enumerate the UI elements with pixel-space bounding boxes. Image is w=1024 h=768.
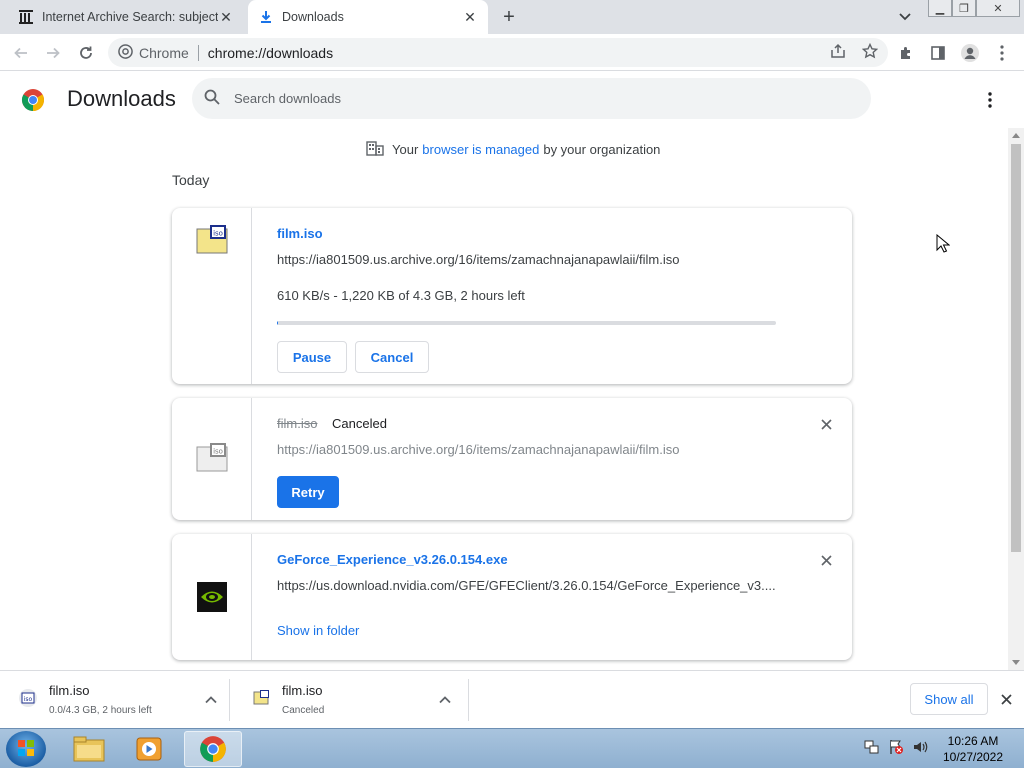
scrollbar-thumb[interactable] — [1011, 144, 1021, 552]
shelf-file-name: film.iso — [49, 683, 90, 698]
windows-start-button[interactable] — [6, 731, 46, 767]
tab-downloads[interactable]: Downloads ✕ — [248, 0, 488, 34]
tab-title: Downloads — [282, 10, 344, 24]
download-item: iso film.iso https://ia801509.us.archive… — [172, 208, 852, 384]
iso-file-icon: iso — [19, 689, 37, 707]
shelf-file-status: Canceled — [282, 705, 325, 716]
chevron-up-icon[interactable] — [204, 693, 218, 707]
download-icon — [258, 9, 274, 25]
download-item: iso film.iso Canceled https://ia801509.u… — [172, 398, 852, 520]
remove-item-close-icon[interactable] — [818, 552, 834, 568]
file-icon-column — [172, 534, 252, 660]
shelf-download-item[interactable]: iso film.iso 0.0/4.3 GB, 2 hours left — [0, 679, 230, 721]
chrome-site-icon — [118, 43, 133, 62]
show-all-button[interactable]: Show all — [910, 683, 988, 715]
close-shelf-icon[interactable] — [998, 691, 1014, 707]
tab-title: Internet Archive Search: subject:" — [42, 10, 218, 24]
managed-prefix: Your — [392, 142, 419, 157]
bookmark-star-icon[interactable] — [861, 42, 879, 62]
profile-avatar-icon[interactable] — [957, 40, 983, 66]
search-icon — [204, 89, 220, 108]
progress-bar — [277, 321, 776, 325]
tab-strip: Internet Archive Search: subject:" ✕ Dow… — [0, 0, 1024, 34]
date-section-label: Today — [172, 172, 210, 188]
file-icon-column: iso — [172, 208, 252, 384]
file-explorer-icon[interactable] — [60, 731, 118, 767]
iso-file-icon: iso — [196, 225, 228, 254]
media-player-icon[interactable] — [120, 731, 178, 767]
browser-managed-link[interactable]: browser is managed — [422, 142, 539, 157]
svg-text:iso: iso — [213, 448, 223, 456]
chrome-taskbar-icon[interactable] — [184, 731, 242, 767]
windows-taskbar: 10:26 AM 10/27/2022 — [0, 728, 1024, 768]
network-icon[interactable] — [864, 739, 880, 758]
progress-text: 610 KB/s - 1,220 KB of 4.3 GB, 2 hours l… — [277, 288, 525, 303]
source-url[interactable]: https://us.download.nvidia.com/GFE/GFECl… — [277, 578, 776, 593]
shelf-download-item[interactable]: film.iso Canceled — [233, 679, 469, 721]
building-icon — [366, 140, 384, 159]
omnibox-divider — [197, 44, 199, 61]
clock-time: 10:26 AM — [947, 734, 999, 748]
svg-text:iso: iso — [213, 230, 223, 238]
iso-file-icon — [253, 690, 269, 705]
file-icon-column: iso — [172, 398, 252, 520]
volume-icon[interactable] — [912, 739, 928, 758]
tab-close-icon[interactable]: ✕ — [218, 9, 234, 25]
remove-item-close-icon[interactable] — [818, 416, 834, 432]
browser-toolbar: Chrome chrome://downloads — [0, 34, 1024, 71]
downloads-header: Downloads — [0, 72, 1024, 128]
downloads-more-actions-icon[interactable] — [980, 88, 1000, 112]
page-title: Downloads — [67, 86, 176, 111]
download-item: GeForce_Experience_v3.26.0.154.exe https… — [172, 534, 852, 660]
share-icon[interactable] — [830, 43, 846, 62]
tab-search-chevron-icon[interactable] — [896, 8, 914, 26]
tab-close-icon[interactable]: ✕ — [462, 9, 478, 25]
source-url[interactable]: https://ia801509.us.archive.org/16/items… — [277, 252, 680, 267]
source-url[interactable]: https://ia801509.us.archive.org/16/items… — [277, 442, 680, 457]
search-input[interactable] — [234, 91, 794, 106]
chrome-menu-icon[interactable] — [989, 40, 1015, 66]
nvidia-app-icon — [197, 582, 227, 612]
window-close-icon[interactable]: ✕ — [976, 0, 1020, 17]
chevron-up-icon[interactable] — [438, 693, 452, 707]
search-downloads-box[interactable] — [192, 78, 871, 119]
pause-button[interactable]: Pause — [277, 341, 347, 373]
download-shelf: iso film.iso 0.0/4.3 GB, 2 hours left fi… — [0, 670, 1024, 728]
chrome-logo-icon — [22, 89, 44, 111]
site-label: Chrome — [139, 44, 189, 61]
file-name-link[interactable]: film.iso — [277, 226, 323, 241]
tab-internet-archive[interactable]: Internet Archive Search: subject:" ✕ — [8, 0, 244, 34]
taskbar-clock[interactable]: 10:26 AM 10/27/2022 — [940, 733, 1006, 765]
managed-suffix: by your organization — [543, 142, 661, 157]
archive-icon — [18, 9, 34, 25]
scroll-down-arrow-icon[interactable] — [1012, 660, 1020, 665]
retry-button[interactable]: Retry — [277, 476, 339, 508]
extensions-puzzle-icon[interactable] — [893, 40, 919, 66]
address-bar[interactable]: Chrome chrome://downloads — [108, 38, 888, 67]
svg-text:iso: iso — [24, 696, 33, 703]
action-center-flag-icon[interactable] — [888, 739, 904, 758]
file-name: film.iso — [277, 416, 318, 431]
mouse-cursor-icon — [936, 234, 950, 253]
new-tab-button[interactable]: + — [498, 6, 520, 28]
shelf-file-name: film.iso — [282, 683, 323, 698]
back-arrow-icon[interactable] — [8, 40, 34, 66]
forward-arrow-icon[interactable] — [40, 40, 66, 66]
managed-notice: Your browser is managed by your organiza… — [366, 140, 660, 159]
download-status: Canceled — [332, 416, 387, 431]
page-scrollbar[interactable] — [1008, 128, 1024, 670]
url-text: chrome://downloads — [207, 44, 334, 61]
shelf-file-status: 0.0/4.3 GB, 2 hours left — [49, 705, 152, 716]
file-name-link[interactable]: GeForce_Experience_v3.26.0.154.exe — [277, 552, 508, 567]
clock-date: 10/27/2022 — [942, 750, 1004, 764]
reload-icon[interactable] — [73, 40, 99, 66]
scroll-up-arrow-icon[interactable] — [1012, 133, 1020, 138]
minimize-icon[interactable]: ▁ — [928, 0, 952, 17]
show-in-folder-link[interactable]: Show in folder — [277, 623, 359, 638]
restore-icon[interactable]: ❐ — [952, 0, 976, 17]
system-tray — [864, 739, 928, 758]
cancel-button[interactable]: Cancel — [355, 341, 429, 373]
side-panel-icon[interactable] — [925, 40, 951, 66]
iso-file-icon-disabled: iso — [196, 443, 228, 472]
